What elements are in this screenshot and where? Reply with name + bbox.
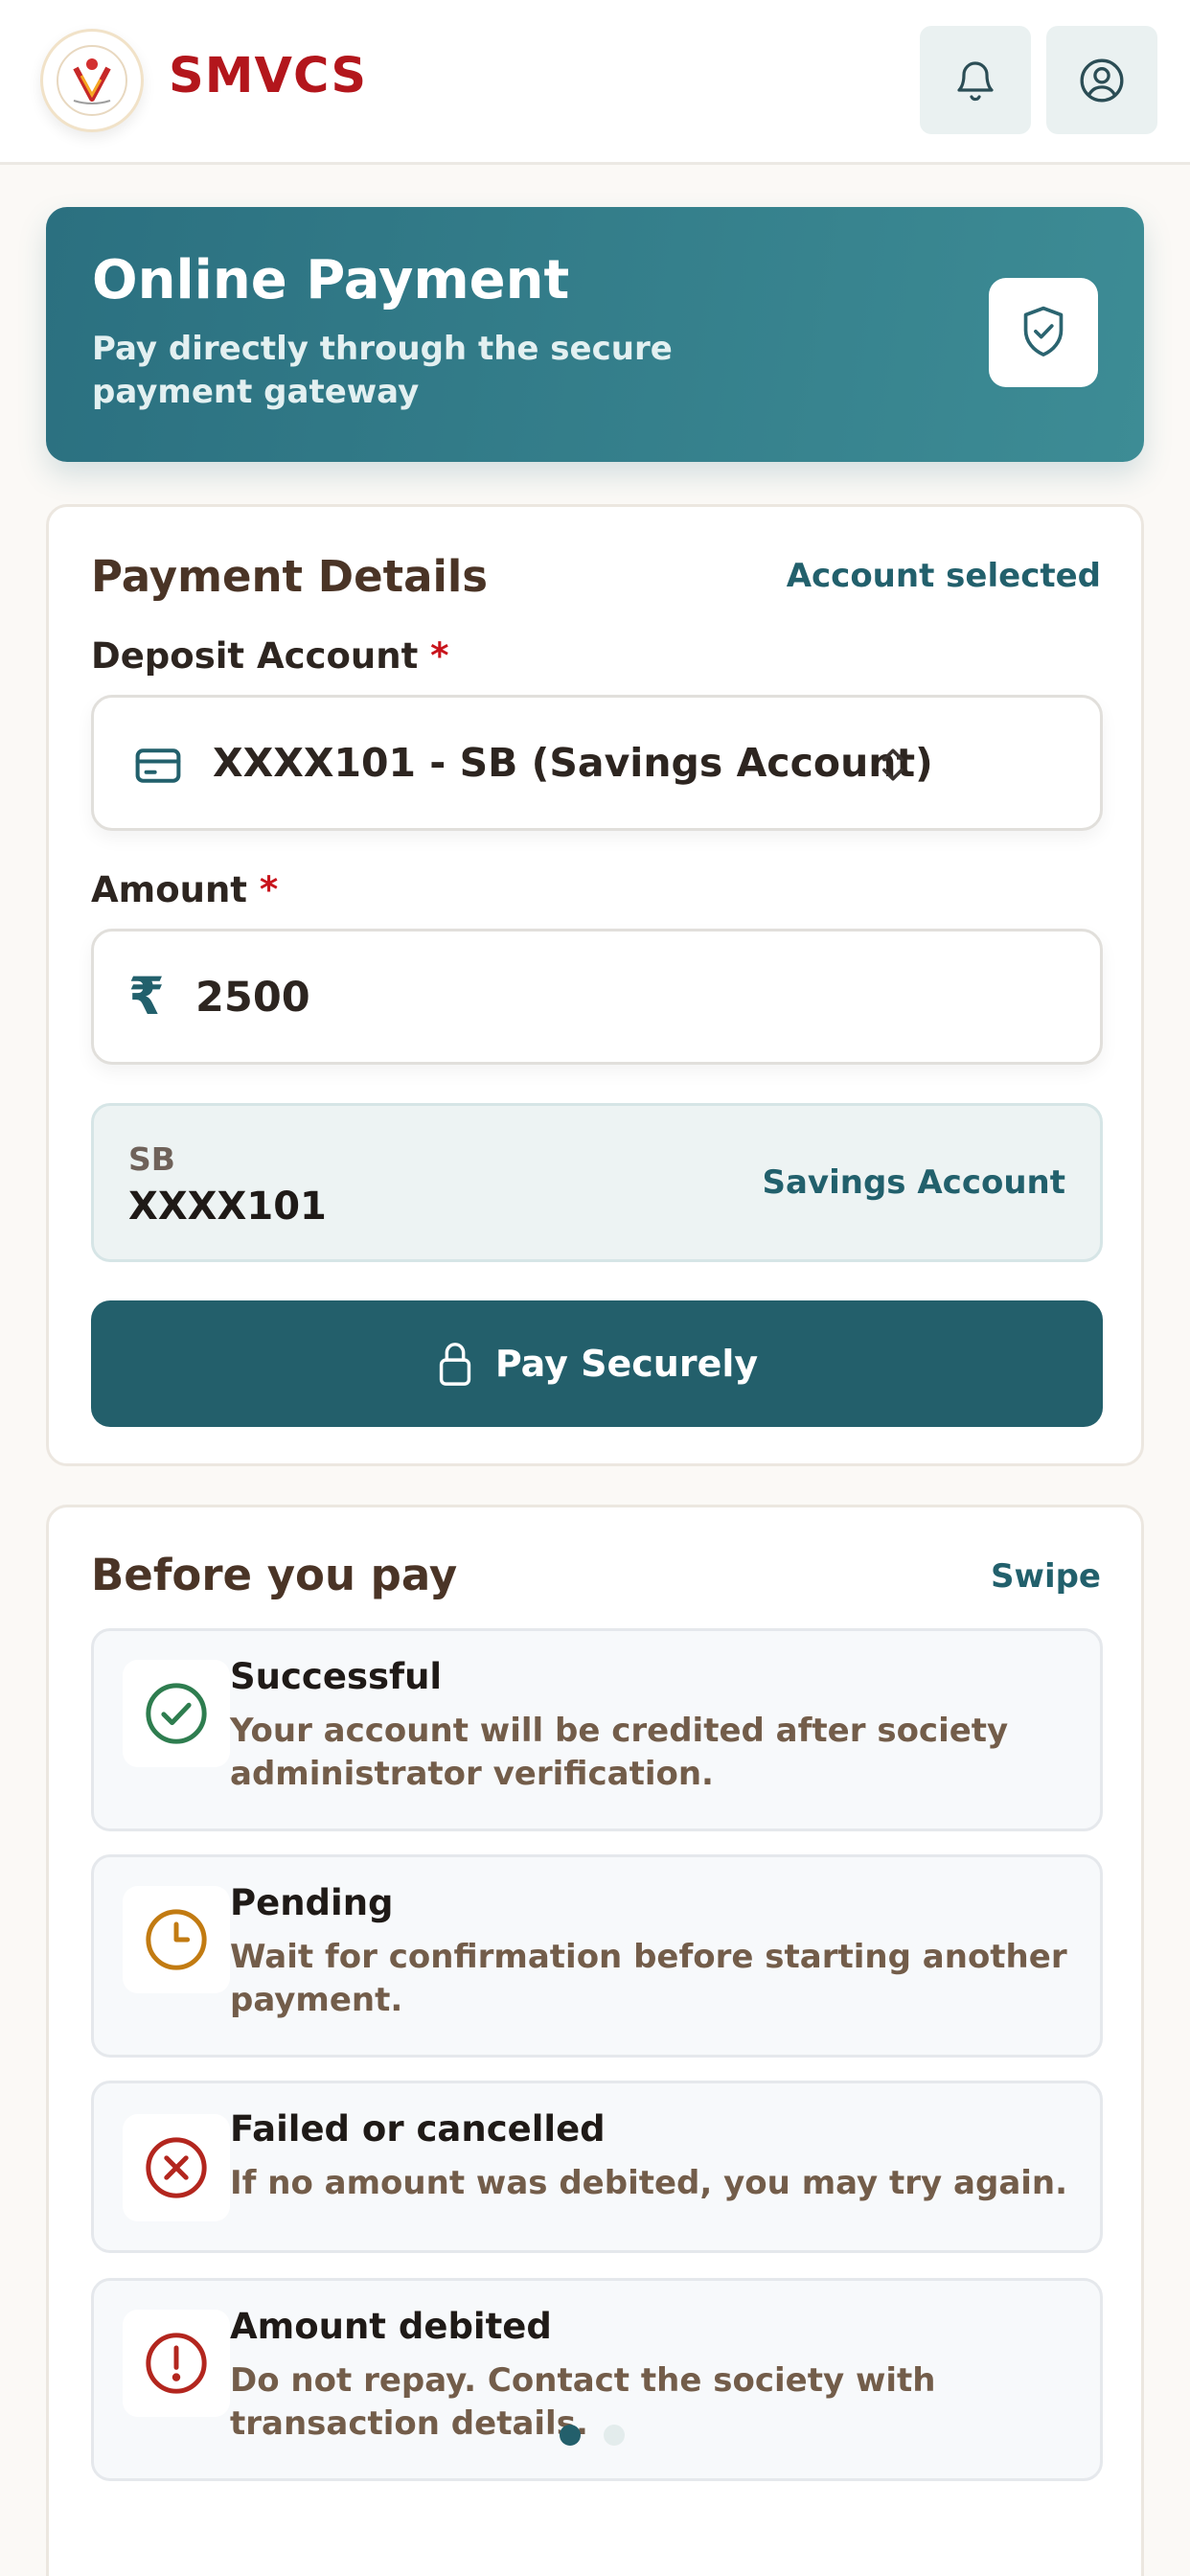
- info-description: If no amount was debited, you may try ag…: [230, 2164, 1068, 2202]
- user-circle-icon: [1080, 58, 1124, 102]
- deposit-account-value: XXXX101 - SB (Savings Account): [213, 740, 933, 786]
- account-status: Account selected: [786, 557, 1101, 595]
- alert-circle-icon: [146, 2333, 207, 2394]
- bell-icon: [957, 60, 994, 101]
- x-circle-icon: [146, 2137, 207, 2198]
- info-title: Failed or cancelled: [230, 2108, 606, 2150]
- banner-title: Online Payment: [92, 249, 570, 311]
- pay-button-content: Pay Securely: [91, 1300, 1103, 1427]
- amount-value: 2500: [195, 974, 310, 1022]
- info-icon-badge: [123, 2114, 230, 2221]
- info-card-successful: Successful Your account will be credited…: [91, 1628, 1103, 1831]
- swipe-hint: Swipe: [991, 1557, 1101, 1596]
- info-title: Pending: [230, 1882, 394, 1923]
- info-description: Do not repay. Contact the society with t…: [230, 2361, 936, 2443]
- deposit-account-label: Deposit Account *: [91, 635, 449, 677]
- info-icon-badge: [123, 1660, 230, 1767]
- lock-icon: [439, 1343, 470, 1386]
- card-icon: [135, 748, 181, 783]
- info-title: Amount debited: [230, 2306, 552, 2347]
- required-mark: *: [430, 635, 449, 677]
- pay-button-label: Pay Securely: [494, 1343, 759, 1385]
- amount-label-text: Amount: [91, 869, 247, 910]
- app-header: SMVCS: [0, 0, 1190, 165]
- pay-securely-button[interactable]: Pay Securely: [91, 1300, 1103, 1427]
- society-logo-icon: [57, 45, 127, 116]
- shield-check-icon: [1023, 306, 1064, 356]
- notifications-button[interactable]: [920, 26, 1031, 134]
- carousel-pager: [560, 2425, 625, 2446]
- amount-label: Amount *: [91, 869, 278, 910]
- account-type: SB: [128, 1140, 175, 1178]
- check-circle-icon: [146, 1683, 207, 1744]
- deposit-account-label-text: Deposit Account: [91, 635, 419, 677]
- chevron-up-down-icon: [882, 748, 904, 781]
- payment-details-title: Payment Details: [91, 551, 489, 602]
- rupee-icon: ₹: [128, 966, 165, 1026]
- info-card-failed: Failed or cancelled If no amount was deb…: [91, 2081, 1103, 2253]
- required-mark: *: [259, 869, 279, 910]
- deposit-account-select[interactable]: XXXX101 - SB (Savings Account): [91, 695, 1103, 831]
- online-payment-banner: Online Payment Pay directly through the …: [46, 207, 1144, 462]
- info-card-amount-debited: Amount debited Do not repay. Contact the…: [91, 2278, 1103, 2481]
- info-description: Wait for confirmation before starting an…: [230, 1938, 1067, 2019]
- info-icon-badge: [123, 2310, 230, 2417]
- banner-subtitle: Pay directly through the secure payment …: [92, 330, 673, 411]
- profile-button[interactable]: [1046, 26, 1157, 134]
- selected-account-summary: SB XXXX101 Savings Account: [91, 1103, 1103, 1262]
- info-title: Successful: [230, 1656, 443, 1697]
- account-name: Savings Account: [762, 1163, 1065, 1202]
- brand-name: SMVCS: [169, 48, 368, 104]
- info-icon-badge: [123, 1886, 230, 1993]
- clock-icon: [146, 1909, 207, 1970]
- banner-shield-badge: [989, 278, 1098, 387]
- amount-input[interactable]: ₹ 2500: [91, 929, 1103, 1065]
- info-card-pending: Pending Wait for confirmation before sta…: [91, 1854, 1103, 2058]
- info-description: Your account will be credited after soci…: [230, 1712, 1009, 1793]
- before-you-pay-title: Before you pay: [91, 1550, 458, 1600]
- before-you-pay-card: Before you pay Swipe Successful Your acc…: [46, 1505, 1144, 2576]
- pager-dot-active[interactable]: [560, 2425, 581, 2446]
- logo: [40, 29, 144, 132]
- account-number: XXXX101: [128, 1184, 327, 1229]
- payment-details-card: Payment Details Account selected Deposit…: [46, 504, 1144, 1466]
- pager-dot[interactable]: [604, 2425, 625, 2446]
